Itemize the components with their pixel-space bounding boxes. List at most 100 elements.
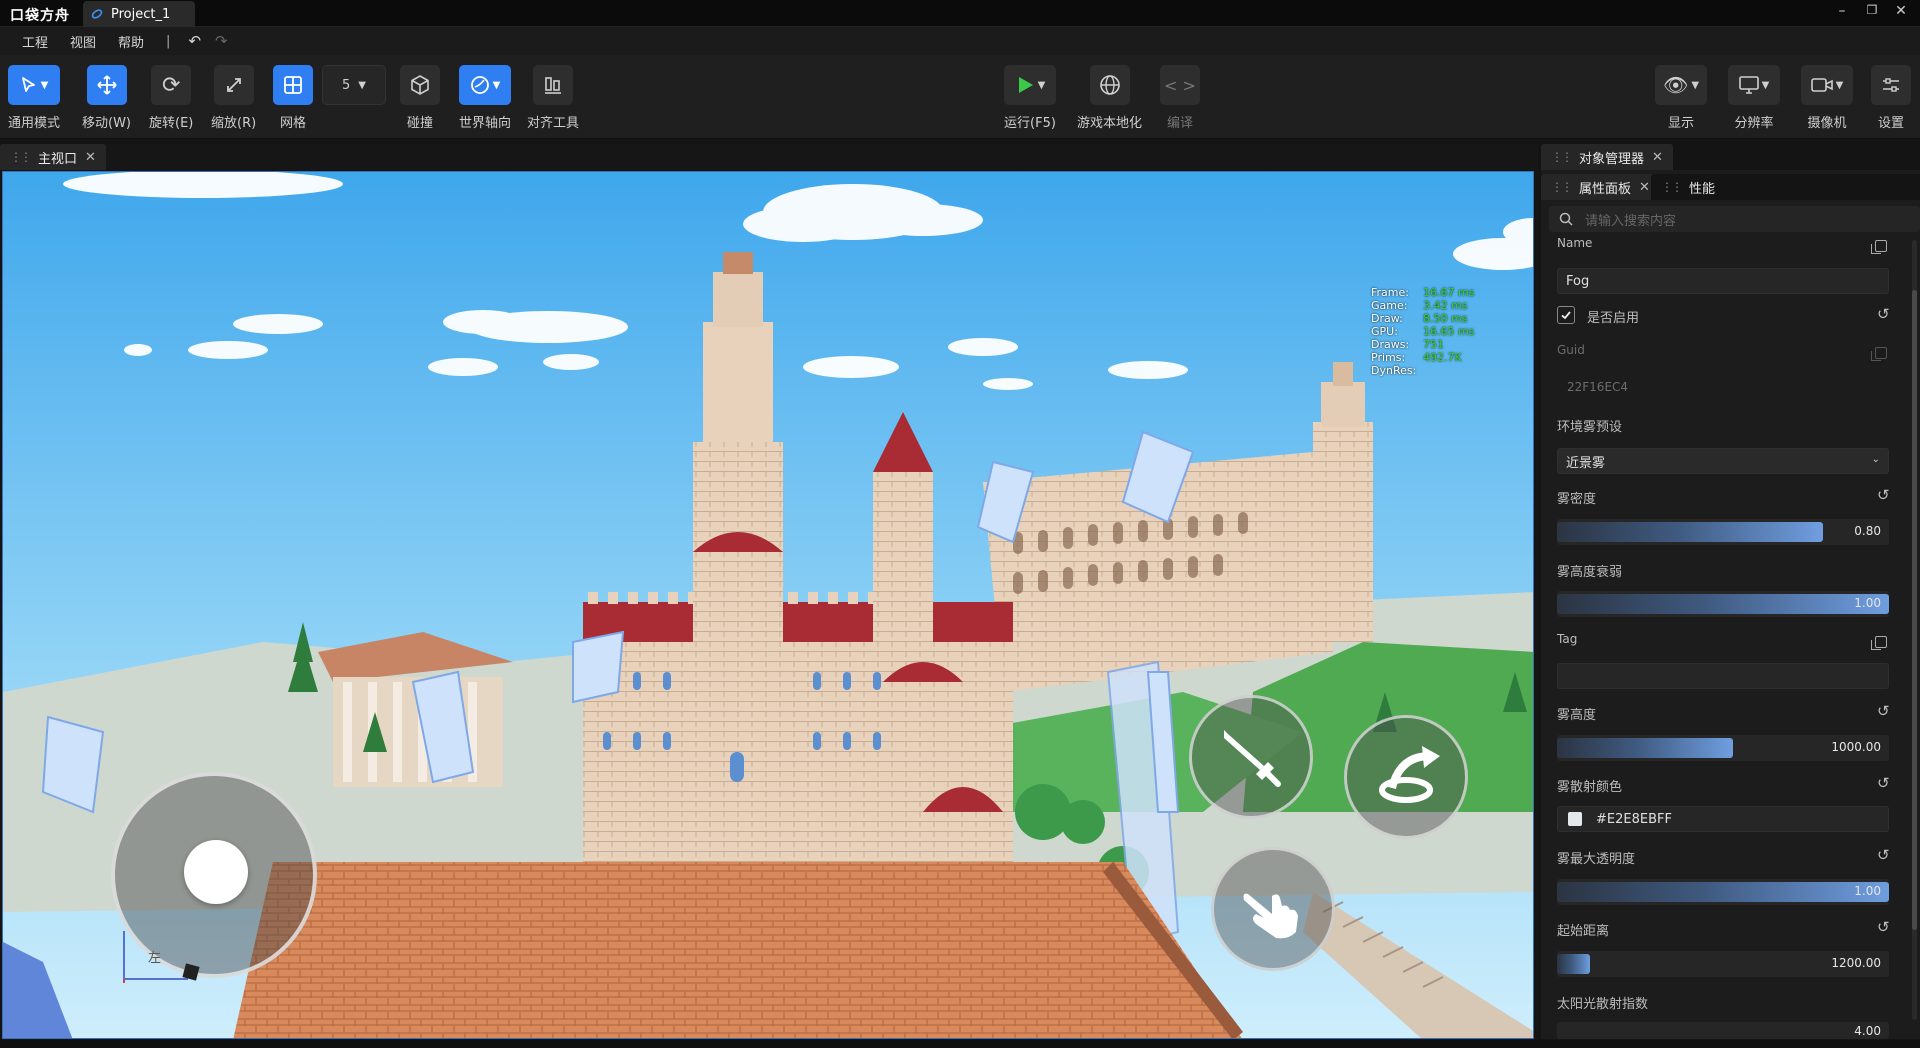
localize-tool[interactable]: 游戏本地化 — [1077, 65, 1142, 131]
joystick-knob[interactable] — [184, 840, 248, 904]
rotate-tool[interactable]: ⟳ 旋转(E) — [149, 65, 193, 131]
display-tool[interactable]: 👁 ▼ 显示 — [1655, 65, 1707, 131]
project-tab[interactable]: Project_1 — [83, 1, 195, 27]
sword-icon — [1224, 730, 1281, 787]
grid-icon — [284, 76, 302, 94]
run-tool[interactable]: ▼ 运行(F5) — [1004, 65, 1056, 131]
run-button[interactable]: ▼ — [1004, 65, 1056, 105]
move-button[interactable] — [86, 65, 127, 105]
copy-icon[interactable] — [1871, 240, 1887, 254]
grid-button[interactable] — [273, 65, 313, 105]
search-input[interactable]: 请输入搜索内容 — [1585, 210, 1676, 229]
settings-tool[interactable]: 设置 — [1871, 65, 1911, 131]
sun-scatter-slider[interactable]: 4.00 — [1557, 1022, 1889, 1039]
resolution-tool[interactable]: ▼ 分辨率 — [1728, 65, 1780, 131]
fog-preset-select[interactable]: 近景雾 ⌄ — [1557, 448, 1889, 474]
scale-button[interactable] — [213, 65, 254, 105]
stat-row: Draws: 751 — [1371, 338, 1474, 351]
compile-button[interactable]: < > — [1160, 65, 1200, 105]
world-axis-button[interactable]: ▼ — [459, 65, 511, 105]
display-button[interactable]: 👁 ▼ — [1655, 65, 1707, 105]
scrollbar-thumb[interactable] — [1912, 290, 1917, 930]
restore-icon[interactable]: ❐ — [1860, 3, 1884, 17]
fog-height-falloff-slider[interactable]: 1.00 — [1557, 591, 1889, 617]
align-button[interactable] — [533, 65, 573, 105]
attack-button[interactable] — [1189, 695, 1313, 819]
align-icon — [545, 77, 561, 94]
fog-color-field[interactable]: #E2E8EBFF — [1557, 806, 1889, 832]
collision-tool[interactable]: 碰撞 — [400, 65, 440, 131]
slider-fill — [1557, 882, 1889, 902]
reset-icon[interactable]: ↺ — [1877, 918, 1890, 936]
fog-max-opacity-slider[interactable]: 1.00 — [1557, 879, 1889, 905]
camera-button[interactable]: ▼ — [1801, 65, 1853, 105]
fog-density-slider[interactable]: 0.80 — [1557, 519, 1889, 545]
start-distance-slider[interactable]: 1200.00 — [1557, 951, 1889, 977]
tab-performance[interactable]: ⋮⋮ 性能 — [1651, 174, 1726, 200]
align-tool[interactable]: 对齐工具 — [527, 65, 579, 131]
guid-value: 22F16EC4 — [1567, 380, 1629, 394]
scale-label: 缩放(R) — [211, 116, 257, 131]
reset-icon[interactable]: ↺ — [1877, 774, 1890, 792]
rotate-button[interactable]: ⟳ — [151, 65, 192, 105]
code-icon: < > — [1164, 75, 1196, 95]
slider-fill — [1557, 954, 1591, 974]
fog-height-slider[interactable]: 1000.00 — [1557, 735, 1889, 761]
name-field[interactable]: Fog — [1557, 268, 1889, 294]
reset-icon[interactable]: ↺ — [1877, 486, 1890, 504]
close-icon[interactable]: ✕ — [1639, 180, 1650, 195]
property-scrollbar[interactable] — [1912, 240, 1917, 1020]
grid-size-tool[interactable]: 5 ▼ — [322, 65, 386, 105]
mode-select-tool[interactable]: ▼ 通用模式 — [8, 65, 60, 131]
tab-main-viewport[interactable]: ⋮⋮ 主视口 ✕ — [0, 144, 106, 170]
scale-tool[interactable]: 缩放(R) — [211, 65, 256, 131]
menu-help[interactable]: 帮助 — [118, 32, 144, 51]
redo-icon[interactable]: ↷ — [215, 32, 228, 50]
resolution-button[interactable]: ▼ — [1728, 65, 1780, 105]
copy-icon[interactable] — [1871, 347, 1887, 361]
menu-view[interactable]: 视图 — [70, 32, 96, 51]
tag-field[interactable] — [1557, 663, 1889, 689]
collision-button[interactable] — [400, 65, 440, 105]
copy-icon[interactable] — [1871, 636, 1887, 650]
reset-icon[interactable]: ↺ — [1877, 846, 1890, 864]
property-search[interactable]: 请输入搜索内容 — [1549, 206, 1920, 232]
stat-label: Draws: — [1371, 338, 1410, 351]
search-icon — [1559, 212, 1573, 226]
tab-object-manager[interactable]: ⋮⋮ 对象管理器 ✕ — [1541, 144, 1673, 170]
enabled-checkbox[interactable] — [1557, 306, 1575, 324]
minimize-icon[interactable]: – — [1830, 3, 1854, 19]
compile-tool[interactable]: < > 编译 — [1160, 65, 1200, 131]
localize-button[interactable] — [1089, 65, 1130, 105]
jump-button[interactable] — [1344, 715, 1468, 839]
drag-handle-icon[interactable]: ⋮⋮ — [1661, 180, 1683, 194]
menu-bar: 工程 视图 帮助 | ↶ ↷ — [0, 27, 1920, 55]
color-swatch[interactable] — [1568, 812, 1582, 826]
world-axis-tool[interactable]: ▼ 世界轴向 — [459, 65, 511, 131]
menu-project[interactable]: 工程 — [22, 32, 48, 51]
drag-handle-icon[interactable]: ⋮⋮ — [1551, 180, 1573, 194]
collision-label: 碰撞 — [406, 116, 433, 131]
camera-label: 摄像机 — [1807, 116, 1847, 131]
camera-tool[interactable]: ▼ 摄像机 — [1801, 65, 1853, 131]
close-icon[interactable]: ✕ — [85, 150, 96, 165]
undo-icon[interactable]: ↶ — [188, 32, 201, 50]
grid-tool[interactable]: 网格 — [273, 65, 313, 131]
interact-button[interactable] — [1211, 847, 1335, 971]
reset-icon[interactable]: ↺ — [1877, 702, 1890, 720]
drag-handle-icon[interactable]: ⋮⋮ — [10, 150, 32, 164]
stat-value: 3.42 ms — [1423, 299, 1468, 312]
move-tool[interactable]: 移动(W) — [82, 65, 131, 131]
mode-select-button[interactable]: ▼ — [8, 65, 60, 105]
close-icon[interactable]: ✕ — [1889, 3, 1913, 19]
move-icon — [96, 75, 117, 95]
drag-handle-icon[interactable]: ⋮⋮ — [1551, 150, 1573, 164]
object-manager-tab-row: ⋮⋮ 对象管理器 ✕ — [1541, 144, 1920, 170]
tab-property-panel[interactable]: ⋮⋮ 属性面板 ✕ — [1541, 174, 1660, 200]
close-icon[interactable]: ✕ — [1652, 150, 1663, 165]
settings-button[interactable] — [1871, 65, 1911, 105]
grid-size-select[interactable]: 5 ▼ — [322, 65, 386, 105]
globe-icon — [1099, 75, 1120, 95]
main-viewport[interactable]: Frame: 16.67 ms Game: 3.42 ms Draw: 8.50 ms GP… — [2, 171, 1534, 1039]
reset-icon[interactable]: ↺ — [1877, 305, 1890, 323]
